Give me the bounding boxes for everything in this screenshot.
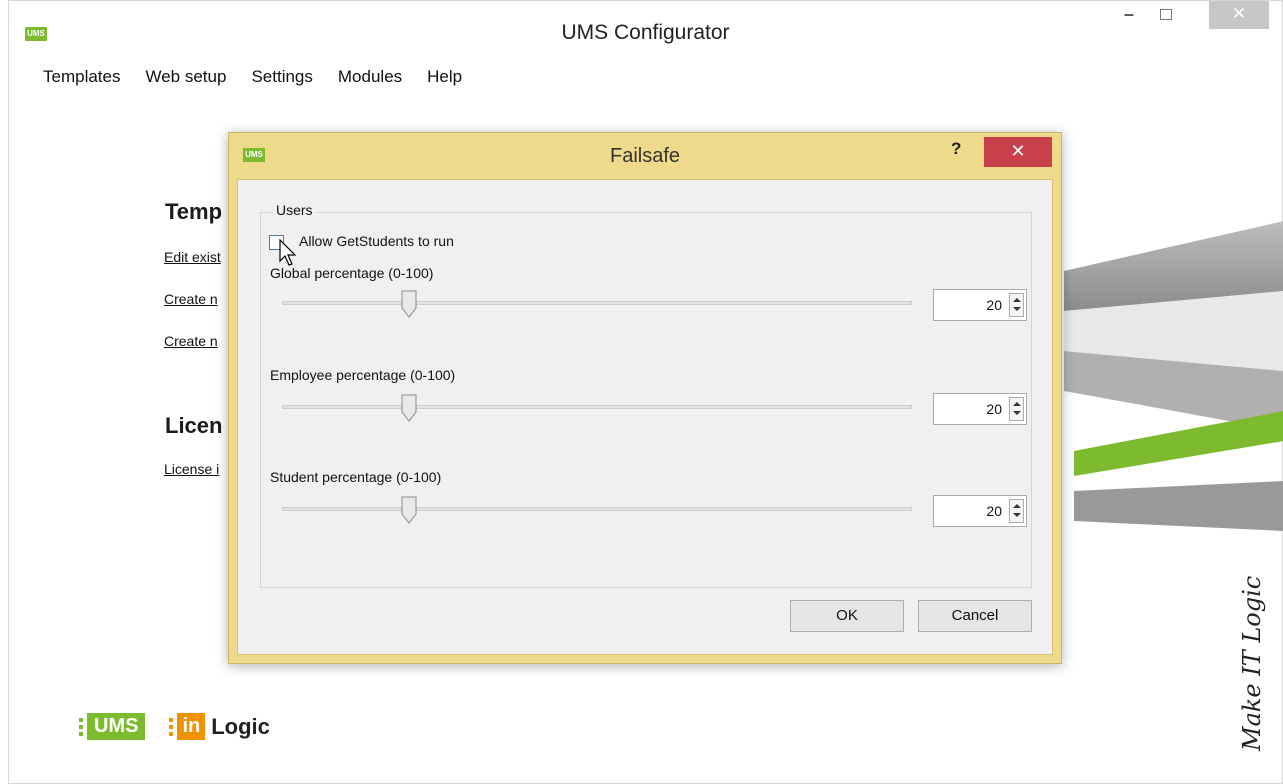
edit-existing-link[interactable]: Edit exist: [164, 249, 221, 265]
spin-up-icon[interactable]: [1013, 504, 1021, 508]
ok-button[interactable]: OK: [790, 600, 904, 632]
spin-up-icon[interactable]: [1013, 298, 1021, 302]
create-new-link-2[interactable]: Create n: [164, 333, 218, 349]
global-spin-arrows[interactable]: [1009, 293, 1024, 317]
allow-getstudents-checkbox[interactable]: [269, 235, 284, 250]
failsafe-dialog: UMS Failsafe ? ✕ Users Allow GetStudents…: [228, 132, 1062, 664]
users-groupbox: Users Allow GetStudents to run Global pe…: [260, 202, 1032, 588]
spin-down-icon[interactable]: [1013, 307, 1021, 311]
templates-heading: Temp: [165, 199, 223, 224]
dialog-title: Failsafe: [609, 145, 681, 167]
dialog-body: Users Allow GetStudents to run Global pe…: [237, 179, 1053, 655]
global-slider-thumb[interactable]: [401, 290, 417, 318]
license-info-link[interactable]: License i: [164, 461, 219, 477]
help-button[interactable]: ?: [951, 139, 961, 159]
tagline-text: Make IT Logic: [1238, 576, 1266, 752]
in-logo: in: [177, 713, 206, 740]
spin-up-icon[interactable]: [1013, 402, 1021, 406]
employee-percentage-label: Employee percentage (0-100): [270, 367, 456, 383]
inlogic-dots-icon: [169, 717, 174, 736]
ums-logo: UMS: [87, 713, 146, 740]
employee-percentage-slider[interactable]: [282, 394, 912, 422]
global-percentage-label: Global percentage (0-100): [270, 265, 434, 281]
allow-getstudents-label[interactable]: Allow GetStudents to run: [299, 233, 454, 249]
employee-percentage-spinbox[interactable]: 20: [933, 393, 1027, 425]
employee-percentage-value: 20: [986, 401, 1002, 417]
ums-dots-icon: [79, 717, 83, 736]
student-percentage-value: 20: [986, 503, 1002, 519]
brand-logos: UMS in Logic: [79, 713, 270, 740]
global-percentage-slider[interactable]: [282, 290, 912, 318]
spin-down-icon[interactable]: [1013, 513, 1021, 517]
student-slider-thumb[interactable]: [401, 496, 417, 524]
student-spin-arrows[interactable]: [1009, 499, 1024, 523]
dialog-close-button[interactable]: ✕: [984, 137, 1052, 167]
users-group-label: Users: [273, 202, 316, 218]
logic-logo: Logic: [211, 713, 270, 739]
employee-spin-arrows[interactable]: [1009, 397, 1024, 421]
tagline-art: Make IT Logic: [1224, 571, 1274, 761]
employee-slider-thumb[interactable]: [401, 394, 417, 422]
license-heading: Licen: [165, 413, 223, 438]
spin-down-icon[interactable]: [1013, 411, 1021, 415]
student-percentage-slider[interactable]: [282, 496, 912, 524]
global-percentage-spinbox[interactable]: 20: [933, 289, 1027, 321]
create-new-link-1[interactable]: Create n: [164, 291, 218, 307]
cancel-button[interactable]: Cancel: [918, 600, 1032, 632]
global-percentage-value: 20: [986, 297, 1002, 313]
decorative-art: [1054, 201, 1283, 621]
student-percentage-label: Student percentage (0-100): [270, 469, 442, 485]
student-percentage-spinbox[interactable]: 20: [933, 495, 1027, 527]
